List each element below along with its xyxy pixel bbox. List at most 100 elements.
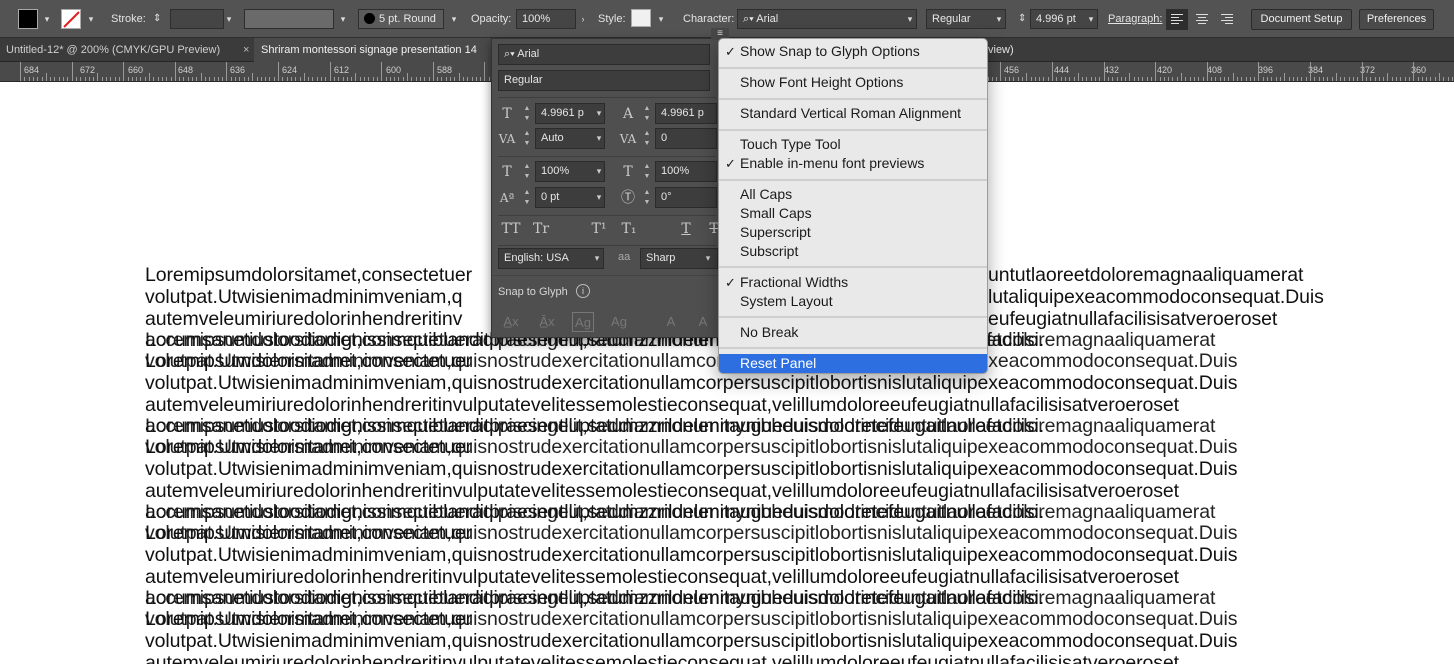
align-center-icon[interactable] — [1191, 9, 1213, 30]
tab-untitled-12[interactable]: Untitled-12* @ 200% (CMYK/GPU Preview) — [0, 38, 250, 62]
ruler-tick — [1288, 77, 1290, 81]
tab-overflow-label[interactable]: view) — [988, 38, 1028, 62]
panel-font-style-field[interactable]: Regular — [498, 70, 710, 91]
horizontal-scale-field[interactable]: 100% — [655, 161, 717, 182]
text-line[interactable]: autemveleumiriuredolorinhendreritinv — [145, 308, 462, 330]
vertical-scale-stepper-icon[interactable]: ▲ ▼ — [523, 162, 531, 182]
menu-item-no-break[interactable]: No Break — [719, 323, 987, 342]
horizontal-scale-stepper-icon[interactable]: ▲ ▼ — [643, 162, 651, 182]
antialias-dropdown-icon[interactable]: ▾ — [702, 248, 714, 268]
document-setup-button[interactable]: Document Setup — [1251, 9, 1352, 30]
menu-item-in-menu-font-previews[interactable]: ✓ Enable in-menu font previews — [719, 154, 987, 173]
stroke-weight-dropdown-icon[interactable]: ▾ — [222, 9, 236, 29]
text-line[interactable]: volutpat.Utwisienimadminimveniam,q — [145, 286, 462, 308]
text-line[interactable]: volutpat.Utwisienimadminimveniam,quisnos… — [145, 350, 1237, 372]
kerning-dropdown-icon[interactable]: ▾ — [593, 128, 605, 148]
fill-swatch[interactable] — [18, 9, 38, 29]
tab-shriram-montessori[interactable]: Shriram montessori signage presentation … — [254, 38, 492, 62]
ruler-tick — [325, 77, 327, 81]
font-size-stepper-icon[interactable]: ▲ ▼ — [523, 104, 531, 124]
fill-dropdown-icon[interactable]: ▾ — [40, 9, 54, 29]
stroke-weight-field[interactable] — [170, 9, 224, 29]
leading-stepper-icon[interactable]: ▲ ▼ — [643, 104, 651, 124]
text-line[interactable]: lutaliquipexeacommodoconsequat.Duis — [988, 286, 1324, 308]
subscript-icon[interactable]: T₁ — [616, 219, 642, 239]
snap-baseline-icon[interactable]: A̲x — [500, 312, 522, 332]
menu-item-reset-panel[interactable]: Reset Panel — [719, 354, 987, 373]
snap-angular-icon[interactable]: A — [660, 312, 682, 332]
leading-field[interactable]: 4.9961 p — [655, 103, 717, 124]
menu-item-show-snap-to-glyph[interactable]: ✓ Show Snap to Glyph Options — [719, 42, 987, 61]
style-dropdown-icon[interactable]: ▾ — [654, 9, 668, 29]
rotation-stepper-icon[interactable]: ▲ ▼ — [643, 188, 651, 208]
align-right-icon[interactable] — [1216, 9, 1238, 30]
text-line[interactable]: Loremipsumdolorsitamet,consectetueradipi… — [145, 501, 1215, 523]
info-icon[interactable]: i — [576, 284, 590, 298]
text-line[interactable]: autemveleumiriuredolorinhendreritinvulpu… — [145, 394, 1179, 416]
menu-item-system-layout[interactable]: System Layout — [719, 292, 987, 311]
profile-dropdown-icon[interactable]: ▾ — [336, 9, 350, 29]
snap-glyph-bounds-icon[interactable]: Ag — [572, 312, 594, 332]
underline-icon[interactable]: T — [676, 219, 696, 239]
stroke-swatch[interactable] — [61, 9, 81, 29]
brush-dropdown-icon[interactable]: ▾ — [447, 9, 461, 29]
language-select[interactable]: English: USA — [498, 248, 604, 269]
font-style-dropdown-icon[interactable]: ▾ — [992, 9, 1006, 29]
ruler-tick — [252, 73, 254, 81]
text-line[interactable]: untutlaoreetdoloremagnaaliquamerat — [988, 264, 1303, 286]
vertical-scale-dropdown-icon[interactable]: ▾ — [593, 161, 605, 181]
menu-item-fractional-widths[interactable]: ✓ Fractional Widths — [719, 273, 987, 292]
text-line[interactable]: volutpat.Utwisienimadminimveniam,quisnos… — [145, 544, 1237, 566]
character-rotation-field[interactable]: 0° — [655, 187, 717, 208]
snap-anchor-icon[interactable]: A — [692, 312, 714, 332]
paragraph-label[interactable]: Paragraph: — [1108, 9, 1162, 29]
stroke-stepper-icon[interactable]: ⇕ — [153, 9, 161, 29]
menu-item-touch-type-tool[interactable]: Touch Type Tool — [719, 135, 987, 154]
graphic-style-swatch[interactable] — [631, 9, 651, 27]
baseline-stepper-icon[interactable]: ▲ ▼ — [523, 188, 531, 208]
text-line[interactable]: volutpat.Utwisienimadminimveniam,quisnos… — [145, 522, 1237, 544]
variable-width-profile[interactable] — [244, 9, 334, 29]
language-dropdown-icon[interactable]: ▾ — [591, 248, 603, 268]
text-line[interactable]: autemveleumiriuredolorinhendreritinvulpu… — [145, 566, 1179, 588]
opacity-flyout-icon[interactable]: › — [576, 9, 590, 29]
stroke-dropdown-icon[interactable]: ▾ — [84, 9, 98, 29]
baseline-dropdown-icon[interactable]: ▾ — [593, 187, 605, 207]
superscript-icon[interactable]: T¹ — [586, 219, 612, 239]
text-line[interactable]: eufeugiatnullafacilisisatveroeroset — [988, 308, 1277, 330]
font-size-dropdown-icon[interactable]: ▾ — [593, 103, 605, 123]
text-line[interactable]: volutpat.Utwisienimadminimveniam,quisnos… — [145, 436, 1237, 458]
text-line[interactable]: volutpat.Utwisienimadminimveniam,quisnos… — [145, 608, 1237, 630]
menu-item-small-caps[interactable]: Small Caps — [719, 204, 987, 223]
kerning-stepper-icon[interactable]: ▲ ▼ — [523, 129, 531, 149]
menu-item-all-caps[interactable]: All Caps — [719, 185, 987, 204]
close-tab-icon[interactable]: × — [243, 38, 249, 62]
all-caps-icon[interactable]: TT — [498, 219, 524, 239]
align-left-icon[interactable] — [1166, 9, 1188, 30]
text-line[interactable]: autemveleumiriuredolorinhendreritinvulpu… — [145, 480, 1179, 502]
text-line[interactable]: volutpat.Utwisienimadminimveniam,quisnos… — [145, 630, 1237, 652]
snap-proxy-icon[interactable]: Ag — [608, 312, 630, 332]
text-line[interactable]: autemveleumiriuredolorinhendreritinvulpu… — [145, 652, 1179, 664]
snap-xheight-icon[interactable]: Ā̲x — [536, 312, 558, 332]
small-caps-icon[interactable]: Tr — [528, 219, 554, 239]
menu-item-vertical-roman-alignment[interactable]: Standard Vertical Roman Alignment — [719, 104, 987, 123]
text-line[interactable]: Loremipsumdolorsitamet,consectetuer — [145, 264, 472, 286]
font-size-stepper-icon[interactable]: ⇕ — [1018, 9, 1026, 29]
menu-item-subscript[interactable]: Subscript — [719, 242, 987, 261]
text-line[interactable]: Loremipsumdolorsitamet,consectetueradipi… — [145, 415, 1215, 437]
opacity-field[interactable]: 100% — [516, 9, 576, 29]
text-line[interactable]: volutpat.Utwisienimadminimveniam,quisnos… — [145, 372, 1237, 394]
preferences-button[interactable]: Preferences — [1359, 9, 1434, 30]
text-line[interactable]: Loremipsumdolorsitamet,consectetueradipi… — [145, 587, 1215, 609]
font-family-field[interactable]: ⌕▾ Arial — [737, 9, 917, 29]
brush-definition[interactable]: 5 pt. Round — [358, 9, 444, 29]
tracking-stepper-icon[interactable]: ▲ ▼ — [643, 129, 651, 149]
font-size-dropdown-icon[interactable]: ▾ — [1084, 9, 1098, 29]
panel-font-family-field[interactable]: ⌕▾ Arial — [498, 44, 710, 65]
text-line[interactable]: volutpat.Utwisienimadminimveniam,quisnos… — [145, 458, 1237, 480]
menu-item-superscript[interactable]: Superscript — [719, 223, 987, 242]
font-family-dropdown-icon[interactable]: ▾ — [903, 9, 917, 29]
menu-item-show-font-height[interactable]: Show Font Height Options — [719, 73, 987, 92]
tracking-field[interactable]: 0 — [655, 128, 717, 149]
